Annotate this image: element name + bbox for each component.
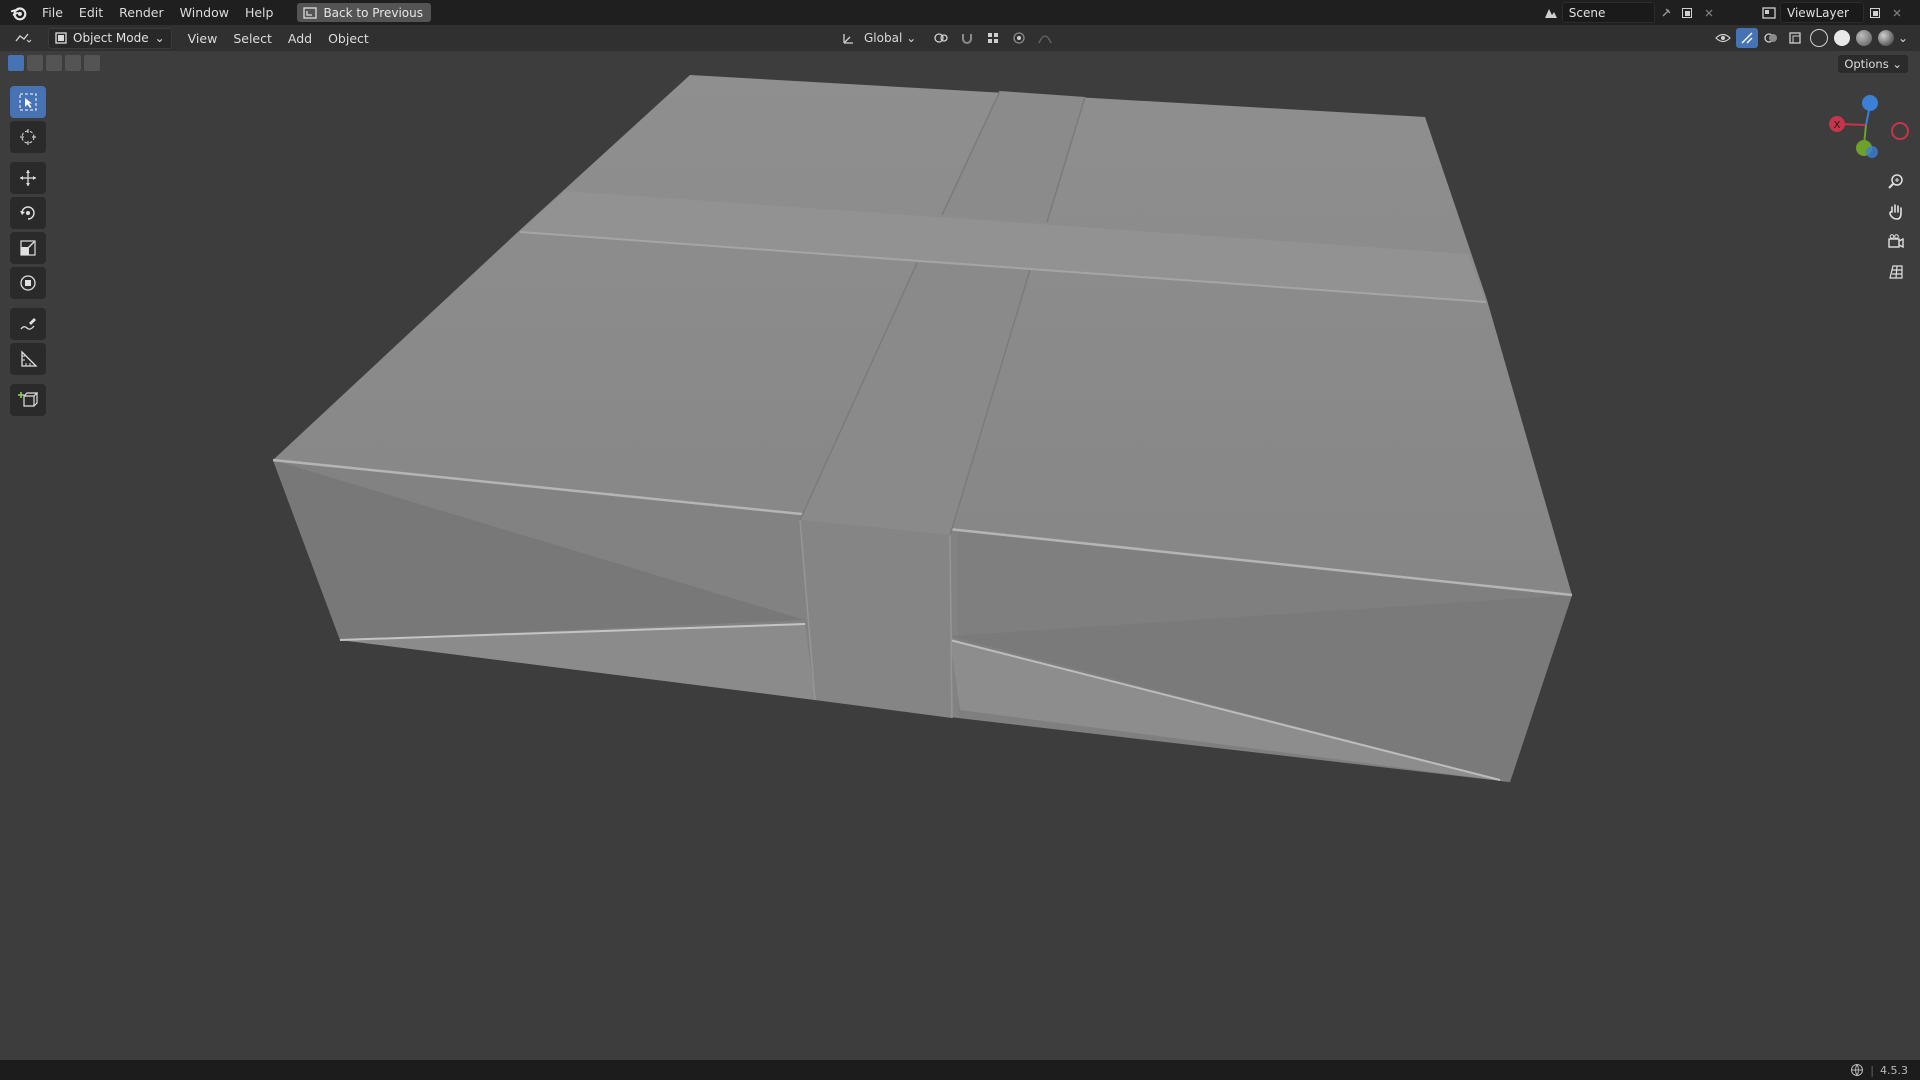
scene-name: Scene	[1568, 5, 1606, 20]
pan-hand-icon[interactable]	[1882, 200, 1910, 224]
add-cube-tool[interactable]	[10, 384, 46, 416]
transform-tool[interactable]	[10, 267, 46, 299]
viewlayer-icon[interactable]	[1758, 3, 1780, 23]
orthographic-grid-icon[interactable]	[1882, 260, 1910, 284]
scale-tool[interactable]	[10, 232, 46, 264]
viewport-header: Object Mode ⌄ View Select Add Object Glo…	[0, 25, 1920, 51]
gizmo-x-label: X	[1834, 120, 1841, 131]
measure-tool[interactable]	[10, 343, 46, 375]
viewlayer-selector: ViewLayer	[1758, 2, 1908, 23]
menu-file[interactable]: File	[34, 2, 71, 23]
gizmo-toggle-icon[interactable]	[1735, 28, 1758, 48]
zoom-icon[interactable]	[1882, 170, 1910, 194]
new-viewlayer-icon[interactable]	[1864, 3, 1886, 23]
wireframe-shading-icon[interactable]	[1809, 29, 1828, 47]
proportional-editing-icon[interactable]	[1008, 28, 1030, 48]
snap-icon[interactable]	[956, 28, 978, 48]
scene-selector: Scene	[1540, 2, 1720, 23]
move-tool[interactable]	[10, 162, 46, 194]
menu-select[interactable]: Select	[225, 28, 280, 49]
pivot-point-icon[interactable]	[930, 28, 952, 48]
navigation-gizmo[interactable]: X	[1829, 95, 1909, 158]
new-scene-icon[interactable]	[1677, 3, 1699, 23]
measure-ruler-icon	[21, 350, 38, 367]
viewport-display-tools: ⌄	[1712, 28, 1908, 48]
pin-icon[interactable]	[1655, 3, 1677, 23]
menu-view[interactable]: View	[180, 28, 226, 49]
status-divider: |	[1870, 1063, 1874, 1077]
menu-window[interactable]: Window	[172, 2, 237, 23]
viewport-navigation	[1882, 170, 1910, 284]
back-to-previous-label: Back to Previous	[323, 5, 423, 20]
rotate-icon	[20, 206, 35, 220]
screen-back-icon	[303, 6, 318, 19]
select-box-icon	[19, 93, 37, 111]
delete-scene-icon[interactable]	[1698, 3, 1720, 23]
solid-shading-icon[interactable]	[1833, 30, 1850, 46]
scene-icon[interactable]	[1540, 3, 1562, 23]
menu-help[interactable]: Help	[237, 2, 282, 23]
back-to-previous-button[interactable]: Back to Previous	[297, 3, 431, 22]
rendered-shading-icon[interactable]	[1877, 30, 1894, 46]
visibility-icon[interactable]	[1712, 28, 1734, 48]
gizmo-neg-z-axis[interactable]	[1866, 146, 1878, 158]
overlays-icon[interactable]	[1760, 28, 1782, 48]
tool-shelf	[8, 86, 48, 419]
cursor-icon	[20, 129, 36, 145]
gizmo-neg-x-axis[interactable]	[1891, 122, 1909, 140]
material-shading-icon[interactable]	[1855, 30, 1872, 46]
menu-add[interactable]: Add	[280, 28, 320, 49]
menu-object[interactable]: Object	[320, 28, 377, 49]
object-mode-icon	[55, 32, 67, 44]
annotate-tool[interactable]	[10, 308, 46, 340]
object-mode-dropdown[interactable]: Object Mode ⌄	[48, 27, 172, 49]
menu-edit[interactable]: Edit	[71, 2, 111, 23]
select-box-tool[interactable]	[10, 86, 46, 118]
top-bar: File Edit Render Window Help Back to Pre…	[0, 0, 1920, 25]
chevron-down-icon[interactable]: ⌄	[906, 31, 916, 45]
scale-icon	[20, 240, 36, 256]
scene-name-field[interactable]: Scene	[1561, 2, 1655, 23]
falloff-icon[interactable]	[1034, 28, 1056, 48]
globe-icon[interactable]	[1850, 1063, 1864, 1077]
add-cube-icon	[18, 392, 38, 407]
menu-render[interactable]: Render	[111, 2, 172, 23]
editor-type-icon[interactable]	[12, 28, 34, 48]
transform-tools: Global ⌄	[838, 28, 1056, 48]
rotate-tool[interactable]	[10, 197, 46, 229]
xray-icon[interactable]	[1784, 28, 1806, 48]
chevron-down-icon: ⌄	[154, 31, 165, 45]
blender-version: 4.5.3	[1880, 1063, 1908, 1077]
chevron-down-icon[interactable]: ⌄	[1898, 31, 1908, 45]
gizmo-z-axis[interactable]	[1862, 95, 1878, 111]
transform-icon	[20, 275, 36, 291]
camera-view-icon[interactable]	[1882, 230, 1910, 254]
object-mode-label: Object Mode	[73, 31, 149, 45]
move-icon	[20, 170, 36, 186]
cursor-tool[interactable]	[10, 121, 46, 153]
wrapped-box-mesh[interactable]	[272, 75, 1573, 782]
transform-orientation-icon	[838, 28, 860, 48]
snap-target-icon[interactable]	[982, 28, 1004, 48]
delete-viewlayer-icon[interactable]	[1886, 3, 1908, 23]
viewport-3d[interactable]: X	[0, 51, 1920, 1059]
annotate-pencil-icon	[20, 318, 36, 330]
viewlayer-name-field[interactable]: ViewLayer	[1780, 2, 1864, 23]
blender-logo-icon[interactable]	[10, 4, 28, 22]
status-bar: | 4.5.3	[0, 1060, 1920, 1080]
viewlayer-name: ViewLayer	[1787, 5, 1849, 20]
transform-orientation-dropdown[interactable]: Global	[864, 31, 902, 45]
